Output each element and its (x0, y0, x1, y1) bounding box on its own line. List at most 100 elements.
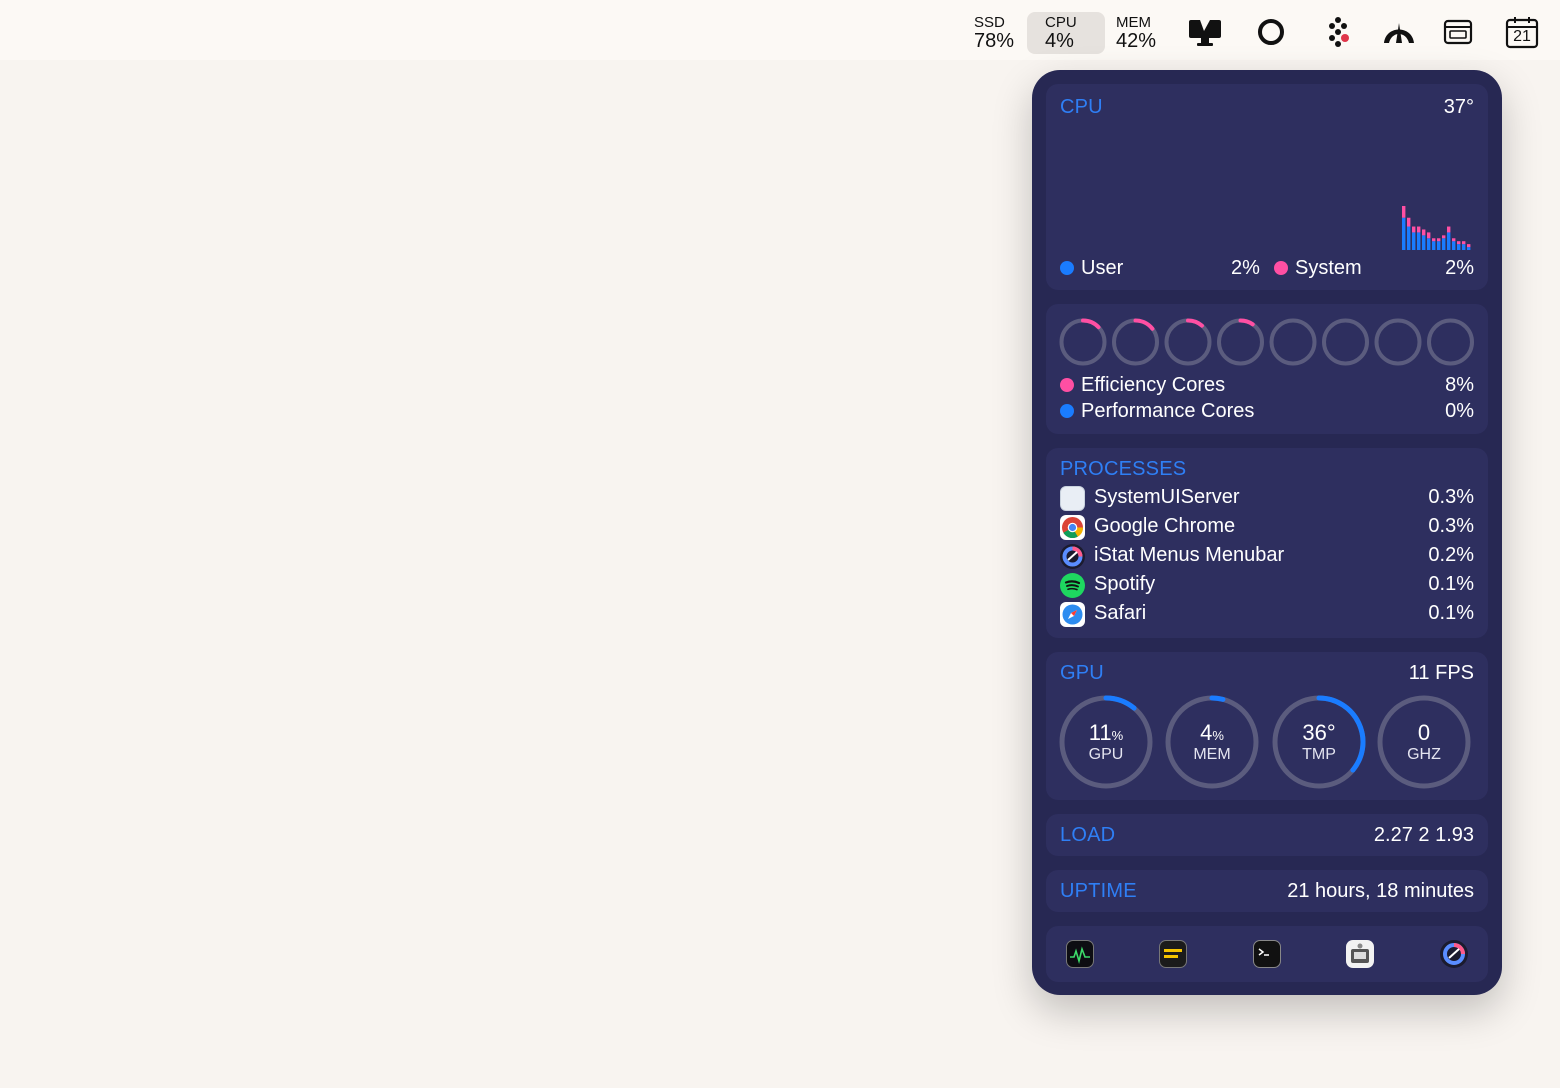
core-ring (1269, 318, 1317, 366)
core-ring (1427, 318, 1474, 366)
core-load-arc (1081, 318, 1101, 330)
ssd-value: 78% (974, 30, 1015, 52)
cpu-user-bar (1407, 226, 1411, 250)
core-ring (1322, 318, 1369, 366)
cpu-system-label: System (1295, 257, 1362, 279)
core-ring (1217, 318, 1264, 366)
keyboard-window-icon[interactable] (1440, 14, 1476, 50)
uptime-section: UPTIME 21 hours, 18 minutes (1046, 870, 1488, 912)
gauge-label: TMP (1302, 746, 1336, 763)
menubar-mem-stat[interactable]: MEM 42% (1106, 12, 1166, 54)
menubar-cpu-stat[interactable]: CPU 4% (1027, 12, 1105, 54)
core-load-arc (1133, 318, 1155, 331)
efficiency-cores-label: Efficiency Cores (1081, 374, 1226, 396)
cpu-system-bar (1457, 241, 1461, 245)
process-value: 0.1% (1428, 573, 1474, 595)
activity-monitor-icon[interactable] (1066, 940, 1094, 968)
processes-section: PROCESSES SystemUIServer 0.3% Google Chr… (1046, 448, 1488, 638)
gauge-label: GHZ (1407, 746, 1441, 763)
chrome-icon (1060, 515, 1085, 540)
cpu-system-bar (1432, 238, 1436, 242)
display-icon[interactable] (1187, 14, 1223, 50)
cpu-system-bar (1402, 206, 1406, 218)
cpu-user-bar (1467, 247, 1471, 250)
user-dot (1060, 261, 1074, 275)
cpu-user-bar (1447, 232, 1451, 250)
performance-dot (1060, 404, 1074, 418)
process-value: 0.2% (1428, 544, 1474, 566)
terminal-icon[interactable] (1253, 940, 1281, 968)
calendar-day: 21 (1513, 28, 1531, 45)
cpu-system-bar (1412, 226, 1416, 233)
load-section: LOAD 2.27 2 1.93 (1046, 814, 1488, 856)
cpu-system-value: 2% (1445, 257, 1474, 279)
performance-cores-value: 0% (1445, 400, 1474, 422)
ssd-label: SSD (974, 14, 1005, 31)
gpu-usage-gauge: 11% GPU (1058, 694, 1154, 790)
cpu-user-bar (1412, 232, 1416, 250)
core-load-arc (1238, 318, 1255, 327)
process-row[interactable]: Safari 0.1% (1060, 600, 1474, 628)
process-row[interactable]: Google Chrome 0.3% (1060, 513, 1474, 541)
gpu-frequency-gauge: 0 GHZ (1376, 694, 1472, 790)
load-title: LOAD (1060, 824, 1116, 846)
safari-icon (1060, 602, 1085, 627)
efficiency-dot (1060, 378, 1074, 392)
cpu-system-bar (1462, 241, 1466, 245)
cpu-system-bar (1417, 226, 1421, 233)
console-icon[interactable] (1159, 940, 1187, 968)
systemuiserver-icon (1060, 486, 1085, 511)
arch-icon[interactable] (1381, 14, 1417, 50)
efficiency-cores-value: 8% (1445, 374, 1474, 396)
istat-icon (1060, 544, 1085, 569)
gauge-value: 4% (1200, 720, 1224, 745)
mem-label: MEM (1116, 14, 1151, 31)
cores-section: Efficiency Cores 8% Performance Cores 0% (1046, 304, 1488, 434)
cpu-user-bar (1452, 241, 1456, 250)
core-rings (1059, 318, 1474, 366)
process-name: Safari (1094, 602, 1147, 624)
system-information-icon[interactable] (1346, 940, 1374, 968)
gpu-memory-gauge: 4% MEM (1164, 694, 1260, 790)
diamond-dots-icon[interactable] (1320, 14, 1356, 50)
system-dot (1274, 261, 1288, 275)
gauge-value: 11% (1088, 720, 1124, 745)
process-name: Google Chrome (1094, 515, 1236, 537)
process-row[interactable]: iStat Menus Menubar 0.2% (1060, 542, 1474, 570)
calendar-icon[interactable]: 21 (1504, 14, 1540, 50)
cpu-value: 4% (1045, 30, 1074, 52)
gauge-fill-arc (1103, 695, 1137, 711)
menu-bar: SSD 78% CPU 4% MEM 42% 21 (0, 0, 1560, 60)
gauge-label: GPU (1088, 746, 1124, 763)
istat-menus-icon[interactable] (1440, 940, 1468, 968)
efficiency-cores-legend: Efficiency Cores (1060, 374, 1225, 397)
cpu-user-bar (1432, 241, 1436, 250)
menubar-ssd-stat[interactable]: SSD 78% (964, 12, 1024, 54)
cpu-system-bar (1452, 238, 1456, 242)
cpu-history-graph (1402, 206, 1471, 250)
cpu-user-value: 2% (1231, 257, 1260, 279)
uptime-value: 21 hours, 18 minutes (1287, 880, 1474, 902)
cpu-temperature: 37° (1443, 96, 1474, 118)
process-value: 0.3% (1428, 515, 1474, 537)
istat-cpu-panel: CPU 37° User 2% System 2% Efficiency Cor… (1032, 70, 1502, 995)
cpu-user-bar (1422, 235, 1426, 250)
cpu-system-bar (1447, 226, 1451, 233)
process-row[interactable]: SystemUIServer 0.3% (1060, 484, 1474, 512)
circle-icon[interactable] (1253, 14, 1289, 50)
cpu-system-bar (1422, 229, 1426, 236)
gpu-title: GPU (1060, 662, 1104, 684)
cpu-user-label: User (1081, 257, 1124, 279)
process-name: SystemUIServer (1094, 486, 1240, 508)
cpu-system-bar (1467, 244, 1471, 248)
process-name: Spotify (1094, 573, 1156, 595)
gauge-value: 36° (1302, 720, 1336, 745)
gpu-section: GPU 11 FPS 11% GPU 4% MEM 36° TMP 0 GHZ (1046, 652, 1488, 800)
process-row[interactable]: Spotify 0.1% (1060, 571, 1474, 599)
performance-cores-label: Performance Cores (1081, 400, 1255, 422)
gauge-value: 0 (1417, 720, 1431, 745)
load-value: 2.27 2 1.93 (1373, 824, 1474, 846)
cpu-system-bar (1427, 232, 1431, 239)
cpu-system-bar (1442, 235, 1446, 239)
processes-title: PROCESSES (1060, 458, 1187, 480)
